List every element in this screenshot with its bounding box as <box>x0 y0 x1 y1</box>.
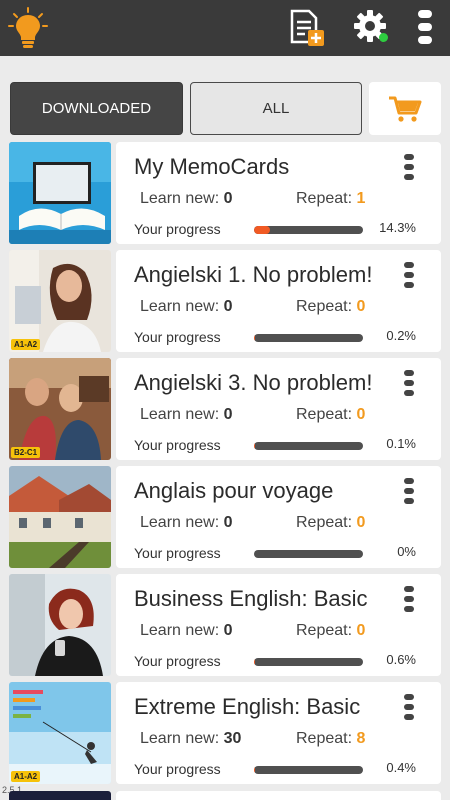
app-header <box>0 0 450 56</box>
learn-new-count: Learn new: 0 <box>140 298 233 315</box>
progress-bar-fill <box>254 658 255 666</box>
tab-all[interactable]: ALL <box>190 82 362 135</box>
course-thumbnail[interactable]: A1-A2 <box>9 250 111 352</box>
repeat-count: Repeat: 0 <box>296 298 366 315</box>
repeat-count: Repeat: 0 <box>296 406 366 423</box>
progress-label: Your progress <box>134 329 221 345</box>
course-item[interactable]: A1-A2 Angielski 1. No problem! Learn new… <box>0 250 450 352</box>
learn-new-count: Learn new: 30 <box>140 730 242 747</box>
progress-percent: 0.6% <box>386 652 416 667</box>
learn-new-count: Learn new: 0 <box>140 622 233 639</box>
progress-label: Your progress <box>134 221 221 237</box>
course-card[interactable]: Extreme English: Basic Learn new: 30 Rep… <box>116 682 441 784</box>
notification-dot <box>379 33 388 42</box>
progress-percent: 0.4% <box>386 760 416 775</box>
course-menu-icon[interactable] <box>403 478 415 504</box>
course-card[interactable]: Anglais pour voyage Learn new: 0 Repeat:… <box>116 466 441 568</box>
course-title: Business English: Basic <box>134 586 368 611</box>
shop-button[interactable] <box>369 82 441 135</box>
progress-percent: 0.2% <box>386 328 416 343</box>
course-card[interactable]: Angielski 3. No problem! Learn new: 0 Re… <box>116 358 441 460</box>
next-course-card[interactable] <box>116 791 441 800</box>
progress-label: Your progress <box>134 545 221 561</box>
course-menu-icon[interactable] <box>403 586 415 612</box>
course-title: Anglais pour voyage <box>134 478 334 503</box>
course-title: Extreme English: Basic <box>134 694 361 719</box>
course-item[interactable]: My MemoCards Learn new: 0 Repeat: 1 Your… <box>0 142 450 244</box>
course-item[interactable]: Anglais pour voyage Learn new: 0 Repeat:… <box>0 466 450 568</box>
course-menu-icon[interactable] <box>403 370 415 396</box>
course-item[interactable]: A1-A2 Extreme English: Basic Learn new: … <box>0 682 450 784</box>
course-title: Angielski 3. No problem! <box>134 370 373 395</box>
course-menu-icon[interactable] <box>403 694 415 720</box>
progress-bar <box>254 334 363 342</box>
shopping-cart-icon <box>389 96 422 122</box>
course-thumbnail[interactable] <box>9 574 111 676</box>
level-badge: A1-A2 <box>11 339 41 350</box>
course-card[interactable]: Business English: Basic Learn new: 0 Rep… <box>116 574 441 676</box>
course-thumbnail[interactable]: A1-A2 <box>9 682 111 784</box>
repeat-count: Repeat: 0 <box>296 622 366 639</box>
learn-new-count: Learn new: 0 <box>140 190 233 207</box>
level-badge: A1-A2 <box>11 771 41 782</box>
progress-bar <box>254 442 363 450</box>
filter-tabs: DOWNLOADED ALL <box>0 82 450 136</box>
next-course-thumbnail[interactable] <box>9 791 111 800</box>
course-title: Angielski 1. No problem! <box>134 262 373 287</box>
course-thumbnail[interactable] <box>9 466 111 568</box>
course-menu-icon[interactable] <box>403 154 415 180</box>
course-card[interactable]: Angielski 1. No problem! Learn new: 0 Re… <box>116 250 441 352</box>
repeat-count: Repeat: 8 <box>296 730 366 747</box>
progress-bar <box>254 226 363 234</box>
progress-percent: 0% <box>397 544 416 559</box>
course-item[interactable]: Business English: Basic Learn new: 0 Rep… <box>0 574 450 676</box>
progress-label: Your progress <box>134 653 221 669</box>
progress-percent: 14.3% <box>379 220 416 235</box>
lightbulb-logo-icon[interactable] <box>8 6 48 50</box>
progress-bar <box>254 658 363 666</box>
progress-label: Your progress <box>134 761 221 777</box>
course-title: My MemoCards <box>134 154 290 179</box>
progress-bar <box>254 766 363 774</box>
course-item[interactable]: B2-C1 Angielski 3. No problem! Learn new… <box>0 358 450 460</box>
repeat-count: Repeat: 0 <box>296 514 366 531</box>
level-badge: B2-C1 <box>11 447 41 458</box>
more-vertical-icon[interactable] <box>414 9 436 45</box>
progress-label: Your progress <box>134 437 221 453</box>
learn-new-count: Learn new: 0 <box>140 514 233 531</box>
progress-percent: 0.1% <box>386 436 416 451</box>
progress-bar <box>254 550 363 558</box>
tab-downloaded[interactable]: DOWNLOADED <box>10 82 183 135</box>
add-document-icon[interactable] <box>287 8 327 48</box>
progress-bar-fill <box>254 226 270 234</box>
learn-new-count: Learn new: 0 <box>140 406 233 423</box>
course-thumbnail[interactable] <box>9 142 111 244</box>
course-menu-icon[interactable] <box>403 262 415 288</box>
repeat-count: Repeat: 1 <box>296 190 366 207</box>
course-card[interactable]: My MemoCards Learn new: 0 Repeat: 1 Your… <box>116 142 441 244</box>
course-thumbnail[interactable]: B2-C1 <box>9 358 111 460</box>
